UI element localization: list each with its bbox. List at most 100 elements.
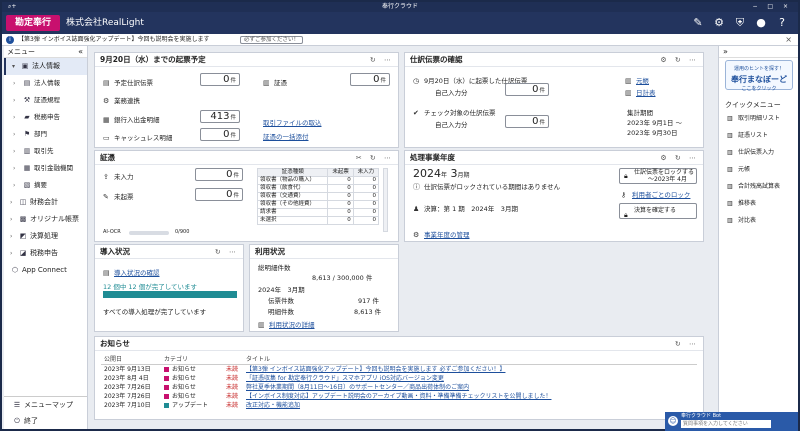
table-row[interactable]: 領収書（飲食代） 0 0 bbox=[256, 184, 380, 193]
sidebar-item-3[interactable]: › ▰ 税務申告 bbox=[4, 109, 87, 126]
news-row[interactable]: 2023年 7月26日 お知らせ 未読 弊社夏季休業期間（8月11日〜16日）のサポー… bbox=[101, 383, 697, 392]
confirm-kessan-button[interactable]: 🔒︎ 決算を確定する bbox=[619, 203, 697, 219]
news-title[interactable]: 【インボイス制度対応】アップデート説明会のアーカイブ動画・資料・準備準備チェック… bbox=[243, 392, 697, 401]
shoken-row-1[interactable]: ✎ 未起票 bbox=[103, 191, 134, 201]
user-icon[interactable]: ● bbox=[755, 16, 767, 29]
window-left-icons[interactable]: ⌕+ bbox=[8, 2, 16, 12]
shield-icon[interactable]: ⛨ bbox=[734, 16, 746, 29]
donyu-link-row[interactable]: ▤ 導入状況の確認 bbox=[103, 267, 160, 277]
sidebar-item-9[interactable]: › ▩ オリジナル帳票 bbox=[4, 211, 87, 228]
exit-item[interactable]: ⏻ 終了 bbox=[4, 413, 87, 429]
table-row[interactable]: 請求書 0 0 bbox=[256, 208, 380, 217]
table-row[interactable]: 領収書（交通費） 0 0 bbox=[256, 192, 380, 201]
news-status: 未読 bbox=[226, 384, 239, 391]
kiki-value-0[interactable]: 0件 bbox=[200, 73, 240, 86]
shohyo-value[interactable]: 0件 bbox=[350, 73, 390, 86]
quick-menu-item-6[interactable]: ▥ 対比表 bbox=[719, 212, 799, 229]
quick-menu-item-2[interactable]: ▥ 仕訳伝票入力 bbox=[719, 144, 799, 161]
manage-year-label[interactable]: 事業年度の管理 bbox=[424, 231, 470, 239]
manaboard-banner[interactable]: 運用のヒントを探す！ 奉行まなぼーど ここをクリック bbox=[725, 60, 793, 92]
gear-icon[interactable]: ⚙ bbox=[713, 16, 725, 29]
shiwake-tools[interactable]: ⚙ ↻ ⋯ bbox=[660, 53, 699, 67]
sidebar-item-10[interactable]: › ◩ 決算処理 bbox=[4, 228, 87, 245]
table-row[interactable]: 未選択 0 0 bbox=[256, 216, 380, 225]
shori-tools[interactable]: ⚙ ↻ ⋯ bbox=[660, 151, 699, 165]
daily-link[interactable]: 日計表 bbox=[636, 89, 656, 97]
kiki-row-2[interactable]: ▦ 銀行入出金明細 bbox=[103, 114, 160, 124]
sidebar-item-4[interactable]: › ⚑ 部門 bbox=[4, 126, 87, 143]
lock-journal-button[interactable]: 🔒︎ 仕訳伝票をロックする 〜2023年 4月 bbox=[619, 168, 697, 184]
quick-menu-item-5[interactable]: ▥ 推移表 bbox=[719, 195, 799, 212]
manage-year-link[interactable]: ⚙ 事業年度の管理 bbox=[413, 229, 470, 239]
news-tools[interactable]: ↻ ⋯ bbox=[675, 337, 699, 351]
shohyo-row[interactable]: ▥ 証憑 bbox=[263, 77, 287, 87]
sidebar-item-1[interactable]: › ▤ 法人情報 bbox=[4, 75, 87, 92]
bulk-attach-link[interactable]: 証憑の一括添付 bbox=[263, 131, 309, 141]
sidebar-item-2[interactable]: › ⚒ 証憑規程 bbox=[4, 92, 87, 109]
sidebar-item-8[interactable]: › ◫ 財務会計 bbox=[4, 194, 87, 211]
shiwake-value2[interactable]: 0件 bbox=[505, 115, 549, 128]
ledger-link-row[interactable]: ▥ 元帳 bbox=[625, 75, 649, 85]
chat-input[interactable]: 質問事項を入力してください bbox=[681, 420, 771, 428]
news-title[interactable]: 「証憑収集 for 勘定奉行クラウド」スマホアプリ iOS対応バージョン変更 bbox=[243, 374, 697, 383]
donyu-tools[interactable]: ↻ ⋯ bbox=[215, 245, 239, 259]
kiki-value-2[interactable]: 413件 bbox=[200, 110, 240, 123]
sidebar-item-12[interactable]: ⬡ App Connect bbox=[4, 262, 87, 279]
table-cell: 0 bbox=[352, 200, 380, 209]
shoken-value-1[interactable]: 0件 bbox=[195, 188, 243, 201]
news-title[interactable]: 弊社夏季休業期間（8月11日〜16日）のサポートセンター／商品出荷体制のご案内 bbox=[243, 383, 697, 392]
quick-menu-item-0[interactable]: ▥ 取引明細リスト bbox=[719, 110, 799, 127]
news-title-link[interactable]: 【第3弾 インボイス誌面強化アップデート】今回も説明会を実施します 必ずご参加く… bbox=[246, 366, 505, 373]
shiwake-value1[interactable]: 0件 bbox=[505, 83, 549, 96]
riyo-link[interactable]: 利用状況の詳細 bbox=[269, 321, 315, 329]
help-icon[interactable]: ? bbox=[776, 16, 788, 29]
kiki-row-1[interactable]: ⚙ 業務連携 bbox=[103, 95, 140, 105]
sidebar-item-0[interactable]: ▾ ▣ 法人情報 bbox=[4, 58, 87, 75]
window-controls[interactable]: − □ × bbox=[752, 2, 792, 12]
user-lock-link[interactable]: ⚷ 利用者ごとのロック bbox=[621, 189, 690, 199]
riyo-link-row[interactable]: ▥ 利用状況の詳細 bbox=[258, 319, 315, 329]
quick-menu-item-1[interactable]: ▥ 証憑リスト bbox=[719, 127, 799, 144]
ledger-link[interactable]: 元帳 bbox=[636, 77, 649, 85]
kiki-tools[interactable]: ↻ ⋯ bbox=[370, 53, 394, 67]
product-logo[interactable]: 勘定奉行 bbox=[6, 15, 60, 31]
news-title[interactable]: 改正対応・機能追加 bbox=[243, 401, 697, 410]
quick-menu-item-4[interactable]: ▥ 合計残高試算表 bbox=[719, 178, 799, 195]
kiki-row-label: 予定仕訳伝票 bbox=[114, 79, 153, 87]
shoken-tools[interactable]: ✂ ↻ ⋯ bbox=[356, 151, 394, 165]
user-lock-label[interactable]: 利用者ごとのロック bbox=[632, 191, 690, 199]
donyu-link[interactable]: 導入状況の確認 bbox=[114, 269, 160, 277]
news-title-link[interactable]: 改正対応・機能追加 bbox=[246, 402, 300, 409]
notice-button[interactable]: 必ずご参加ください！ bbox=[240, 36, 304, 44]
sidebar-item-6[interactable]: › ▦ 取引金融機関 bbox=[4, 160, 87, 177]
menu-map-item[interactable]: ☰ メニューマップ bbox=[4, 397, 87, 413]
kiki-value-3[interactable]: 0件 bbox=[200, 128, 240, 141]
chatbot-widget[interactable]: ☺ 奉行クラウド Bot 質問事項を入力してください bbox=[665, 412, 798, 431]
expand-icon[interactable]: » bbox=[719, 46, 798, 58]
table-scrollbar[interactable] bbox=[383, 168, 388, 232]
news-title-link[interactable]: 弊社夏季休業期間（8月11日〜16日）のサポートセンター／商品出荷体制のご案内 bbox=[246, 384, 469, 391]
import-link[interactable]: 取引ファイルの取込 bbox=[263, 117, 322, 127]
notice-text[interactable]: 【第3弾 インボイス誌面強化アップデート】今回も説明会を実施します bbox=[18, 34, 210, 46]
table-row[interactable]: 領収書（物品の購入） 0 0 bbox=[256, 176, 380, 185]
news-title-link[interactable]: 【インボイス制度対応】アップデート説明会のアーカイブ動画・資料・準備準備チェック… bbox=[246, 393, 551, 400]
collapse-icon[interactable]: « bbox=[78, 46, 83, 58]
shoken-row-0[interactable]: ⇪ 未入力 bbox=[103, 171, 134, 181]
sidebar-item-11[interactable]: › ◪ 税務申告 bbox=[4, 245, 87, 262]
table-row[interactable]: 領収書（その他経費） 0 0 bbox=[256, 200, 380, 209]
edit-icon[interactable]: ✎ bbox=[692, 16, 704, 29]
news-row[interactable]: 2023年 8月 4日 お知らせ 未読 「証憑収集 for 勘定奉行クラウド」スマホア… bbox=[101, 374, 697, 383]
shoken-value-0[interactable]: 0件 bbox=[195, 168, 243, 181]
kiki-row-3[interactable]: ▭ キャッシュレス明細 bbox=[103, 132, 172, 142]
news-row[interactable]: 2023年 7月26日 お知らせ 未読 【インボイス制度対応】アップデート説明会のアー… bbox=[101, 392, 697, 401]
sidebar-item-7[interactable]: › ▧ 摘要 bbox=[4, 177, 87, 194]
news-title[interactable]: 【第3弾 インボイス誌面強化アップデート】今回も説明会を実施します 必ずご参加く… bbox=[243, 365, 697, 375]
sidebar-item-5[interactable]: › ▥ 取引先 bbox=[4, 143, 87, 160]
news-title-link[interactable]: 「証憑収集 for 勘定奉行クラウド」スマホアプリ iOS対応バージョン変更 bbox=[246, 375, 444, 382]
news-row[interactable]: 2023年 7月10日 アップデート 未読 改正対応・機能追加 bbox=[101, 401, 697, 410]
close-icon[interactable]: × bbox=[785, 34, 792, 46]
news-row[interactable]: 2023年 9月13日 お知らせ 未読 【第3弾 インボイス誌面強化アップデート】今回… bbox=[101, 365, 697, 375]
daily-link-row[interactable]: ▥ 日計表 bbox=[625, 87, 656, 97]
quick-menu-item-3[interactable]: ▥ 元帳 bbox=[719, 161, 799, 178]
kiki-row-0[interactable]: ▤ 予定仕訳伝票 bbox=[103, 77, 153, 87]
